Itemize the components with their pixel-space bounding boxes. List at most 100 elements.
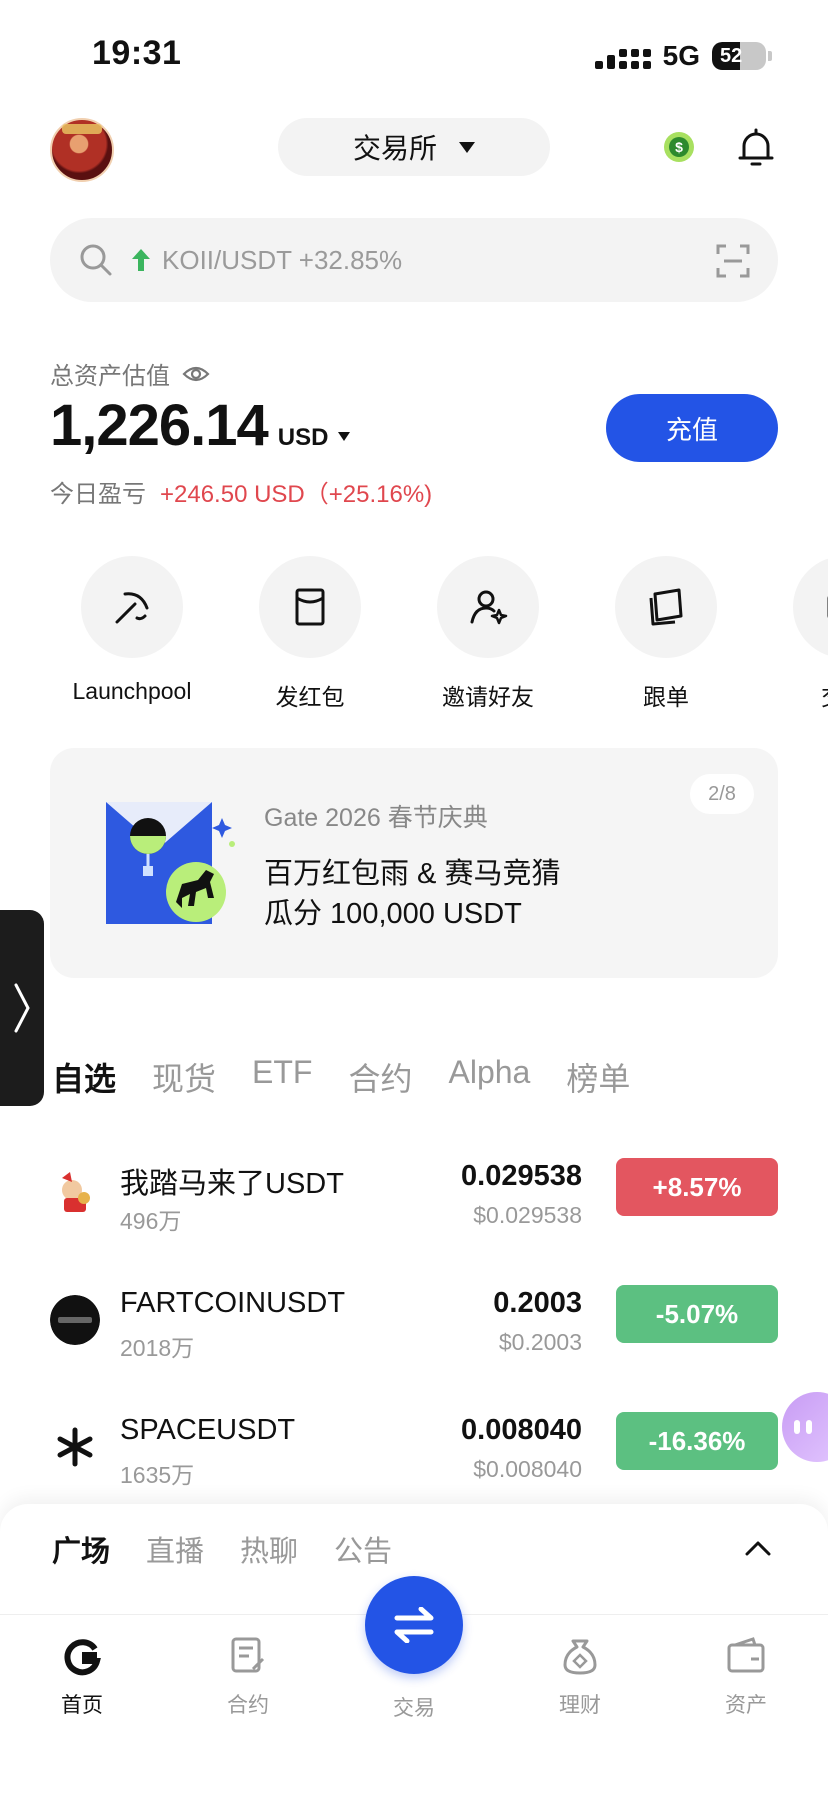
tab-futures[interactable]: 合约 [348,1054,412,1100]
pickaxe-icon [115,592,149,624]
promo-banner[interactable]: Gate 2026 春节庆典 百万红包雨 & 赛马竞猜 瓜分 100,000 U… [50,748,778,978]
total-assets-label-row: 总资产估值 [50,356,210,391]
asterisk-logo-icon [57,1427,93,1467]
deposit-button[interactable]: 充值 [606,394,778,462]
tab-favorites[interactable]: 自选 [52,1054,116,1100]
today-pnl-row: 今日盈亏 +246.50 USD（+25.16%) [50,474,432,509]
tab-announcements[interactable]: 公告 [334,1528,392,1570]
exchange-label: 交易所 [352,133,437,164]
total-assets-value: 1,226.14 [50,393,269,458]
avatar[interactable] [50,118,114,182]
pair-price: 0.029538 [461,1160,582,1192]
tab-rankings[interactable]: 榜单 [566,1054,630,1100]
market-tabs: 自选 现货 ETF 合约 Alpha 榜单 [52,1054,630,1100]
pair-usd-price: $0.2003 [498,1329,582,1355]
signal-icon [594,43,651,69]
tab-alpha[interactable]: Alpha [448,1054,530,1100]
status-time: 19:31 [92,34,182,72]
pair-volume: 496万 [120,1208,182,1234]
chevron-right-icon [14,983,30,1033]
pair-usd-price: $0.008040 [473,1456,582,1482]
community-tabs: 广场 直播 热聊 公告 [52,1528,392,1570]
quick-action-label: 邀请好友 [442,684,534,710]
invite-user-icon [470,590,508,625]
quick-action-label: 跟单 [643,684,689,710]
red-envelope-icon [295,588,325,626]
exchange-switcher[interactable]: 交易所 [278,118,550,176]
tab-square[interactable]: 广场 [52,1528,110,1570]
banner-title-line2: 瓜分 100,000 USDT [264,898,522,930]
horse-race-banner-image [106,802,235,924]
nav-contract[interactable]: 合约 [188,1635,308,1719]
tab-hot-chat[interactable]: 热聊 [240,1528,298,1570]
swap-icon [394,1607,434,1643]
wallet-icon [727,1637,765,1673]
nav-label: 理财 [559,1694,601,1717]
eye-icon[interactable] [182,364,210,384]
chevron-up-icon[interactable] [744,1538,772,1558]
side-drawer-handle[interactable] [0,910,44,1106]
quick-action-red-envelope[interactable]: 发红包 [230,556,390,712]
banner-subtitle: Gate 2026 春节庆典 [264,804,488,832]
tab-etf[interactable]: ETF [252,1054,312,1100]
tab-spot[interactable]: 现货 [152,1054,216,1100]
price-change-badge[interactable]: -16.36% [616,1412,778,1470]
finance-icon [563,1639,597,1675]
price-change-badge[interactable]: +8.57% [616,1158,778,1216]
quick-action-trade[interactable]: 交易 [764,556,828,712]
trade-icon [827,596,828,618]
banner-pager: 2/8 [690,774,754,814]
banner-title-line1: 百万红包雨 & 赛马竞猜 [264,858,561,890]
quick-action-invite[interactable]: 邀请好友 [408,556,568,712]
market-row[interactable]: SPACEUSDT 1635万 0.008040 $0.008040 -16.3… [50,1404,778,1494]
assistant-bubble[interactable] [782,1392,828,1462]
pair-usd-price: $0.029538 [473,1202,582,1228]
total-assets-label: 总资产估值 [50,363,170,390]
pair-volume: 2018万 [120,1335,195,1361]
today-pnl-value: +246.50 USD（+25.16%) [160,481,433,508]
pair-name: 我踏马来了USDT [120,1168,344,1200]
quick-action-launchpool[interactable]: Launchpool [52,556,212,705]
chevron-down-icon [338,432,351,441]
market-row[interactable]: 我踏马来了USDT 496万 0.029538 $0.029538 +8.57% [50,1150,778,1240]
search-icon [80,244,112,276]
contract-icon [231,1637,265,1673]
price-change-badge[interactable]: -5.07% [616,1285,778,1343]
dollar-coin-icon[interactable]: $ [664,132,694,162]
currency-selector[interactable]: USD [278,424,329,452]
total-assets-value-row[interactable]: 1,226.14 USD [50,392,351,459]
quick-action-label: 交易 [821,678,828,712]
trend-up-arrow-icon [132,249,150,271]
nav-finance[interactable]: 理财 [520,1635,640,1719]
nav-assets[interactable]: 资产 [686,1635,806,1719]
quick-action-label: Launchpool [72,678,192,704]
quick-action-label: 发红包 [275,684,345,710]
nav-label: 首页 [61,1694,103,1717]
nav-label: 资产 [725,1694,767,1717]
bell-icon[interactable] [736,126,776,170]
market-row[interactable]: FARTCOINUSDT 2018万 0.2003 $0.2003 -5.07% [50,1277,778,1367]
pair-price: 0.2003 [493,1287,582,1319]
nav-home[interactable]: 首页 [22,1635,142,1719]
nav-label: 合约 [227,1694,269,1717]
today-pnl-label: 今日盈亏 [50,481,146,508]
pair-volume: 1635万 [120,1462,195,1488]
search-placeholder: KOII/USDT +32.85% [162,244,403,275]
tab-live[interactable]: 直播 [146,1528,204,1570]
scan-icon[interactable] [716,244,750,278]
pair-name: FARTCOINUSDT [120,1287,346,1319]
trade-swap-button[interactable] [365,1576,463,1674]
chevron-down-icon [459,141,475,153]
quick-action-copy-trade[interactable]: 跟单 [586,556,746,712]
search-bar[interactable]: KOII/USDT +32.85% [50,218,778,302]
copy-trade-icon [649,588,683,626]
token-logo-icon [51,1169,99,1217]
nav-trade-label: 交易 [393,1697,435,1720]
network-label: 5G [662,40,700,71]
home-icon [64,1639,101,1676]
battery-icon: 52 [712,42,766,70]
battery-level: 52 [720,44,743,67]
battery-tip [768,51,772,61]
pair-price: 0.008040 [461,1414,582,1446]
pair-name: SPACEUSDT [120,1414,296,1446]
